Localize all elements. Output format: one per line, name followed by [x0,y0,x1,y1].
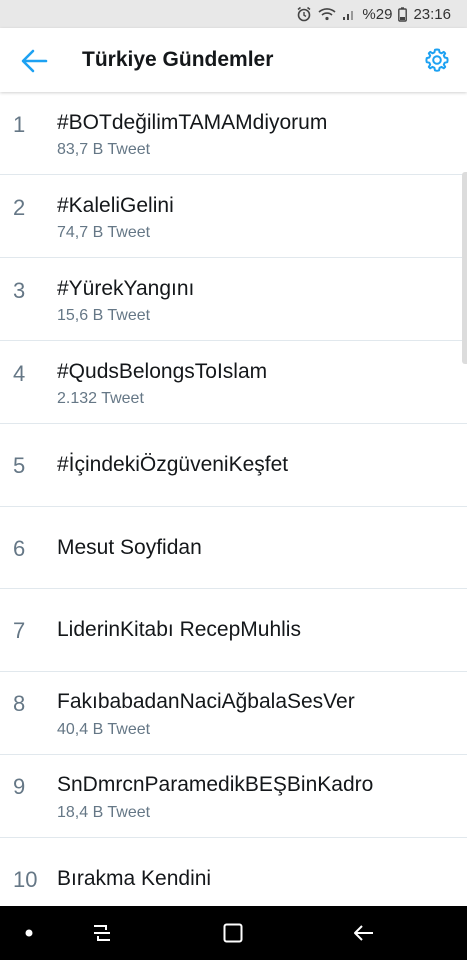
alarm-icon [296,6,312,22]
trend-row-9[interactable]: 9 SnDmrcnParamedikBEŞBinKadro 18,4 B Twe… [0,755,467,838]
trend-rank: 8 [13,691,26,716]
trend-name: #YürekYangını [57,277,195,300]
trend-tweet-count: 15,6 B Tweet [57,307,151,324]
trend-tweet-count: 74,7 B Tweet [57,224,151,241]
trend-row-4[interactable]: 4 #QudsBelongsToIslam 2.132 Tweet [0,341,467,424]
trend-row-7[interactable]: 7 LiderinKitabı RecepMuhlis [0,589,467,672]
back-button[interactable] [20,48,48,74]
trend-name: FakıbabadanNaciAğbalaSesVer [57,690,355,713]
app-bar: Türkiye Gündemler [0,28,467,92]
gear-icon [425,48,449,72]
arrow-left-icon [21,49,48,73]
trend-rank: 10 [13,867,38,892]
trend-rank: 3 [13,278,26,303]
trend-rank: 7 [13,618,26,643]
trend-list: 1 #BOTdeğilimTAMAMdiyorum 83,7 B Tweet 2… [0,92,467,918]
trend-name: #BOTdeğilimTAMAMdiyorum [57,111,328,134]
trend-name: #QudsBelongsToIslam [57,360,268,383]
home-button[interactable] [213,906,253,960]
back-icon [354,925,373,941]
recent-apps-icon [94,925,110,941]
wifi-icon [318,7,336,21]
trend-name: SnDmrcnParamedikBEŞBinKadro [57,773,374,796]
trend-rank: 5 [13,453,26,478]
battery-percent: %29 [362,5,393,23]
trend-rank: 2 [13,195,26,220]
system-back-button[interactable] [343,906,383,960]
trend-name: #KaleliGelini [57,194,174,217]
nav-dot-button[interactable] [14,906,44,960]
clock: 23:16 [413,5,451,23]
trend-rank: 6 [13,536,26,561]
trend-tweet-count: 83,7 B Tweet [57,141,151,158]
trend-rank: 4 [13,361,26,386]
home-icon [223,923,243,943]
trend-name: LiderinKitabı RecepMuhlis [57,618,301,641]
trend-rank: 1 [13,112,26,137]
scrollbar[interactable] [462,172,467,364]
status-bar: %29 23:16 [0,0,467,28]
recent-apps-button[interactable] [82,906,122,960]
trend-tweet-count: 40,4 B Tweet [57,721,151,738]
trend-rank: 9 [13,774,26,799]
dot-icon [25,929,33,937]
trend-row-5[interactable]: 5 #İçindekiÖzgüveniKeşfet [0,424,467,507]
trend-row-1[interactable]: 1 #BOTdeğilimTAMAMdiyorum 83,7 B Tweet [0,92,467,175]
trend-name: Bırakma Kendini [57,867,212,890]
trend-row-3[interactable]: 3 #YürekYangını 15,6 B Tweet [0,258,467,341]
trend-name: Mesut Soyfidan [57,536,202,559]
navigation-bar [0,906,467,960]
trend-tweet-count: 18,4 B Tweet [57,804,151,821]
settings-button[interactable] [423,46,451,74]
battery-icon [398,6,408,22]
page-title: Türkiye Gündemler [82,48,274,71]
trend-row-8[interactable]: 8 FakıbabadanNaciAğbalaSesVer 40,4 B Twe… [0,672,467,755]
signal-icon [342,7,356,21]
trend-tweet-count: 2.132 Tweet [57,390,144,407]
trend-row-2[interactable]: 2 #KaleliGelini 74,7 B Tweet [0,175,467,258]
trend-row-6[interactable]: 6 Mesut Soyfidan [0,507,467,589]
trend-name: #İçindekiÖzgüveniKeşfet [57,453,289,476]
